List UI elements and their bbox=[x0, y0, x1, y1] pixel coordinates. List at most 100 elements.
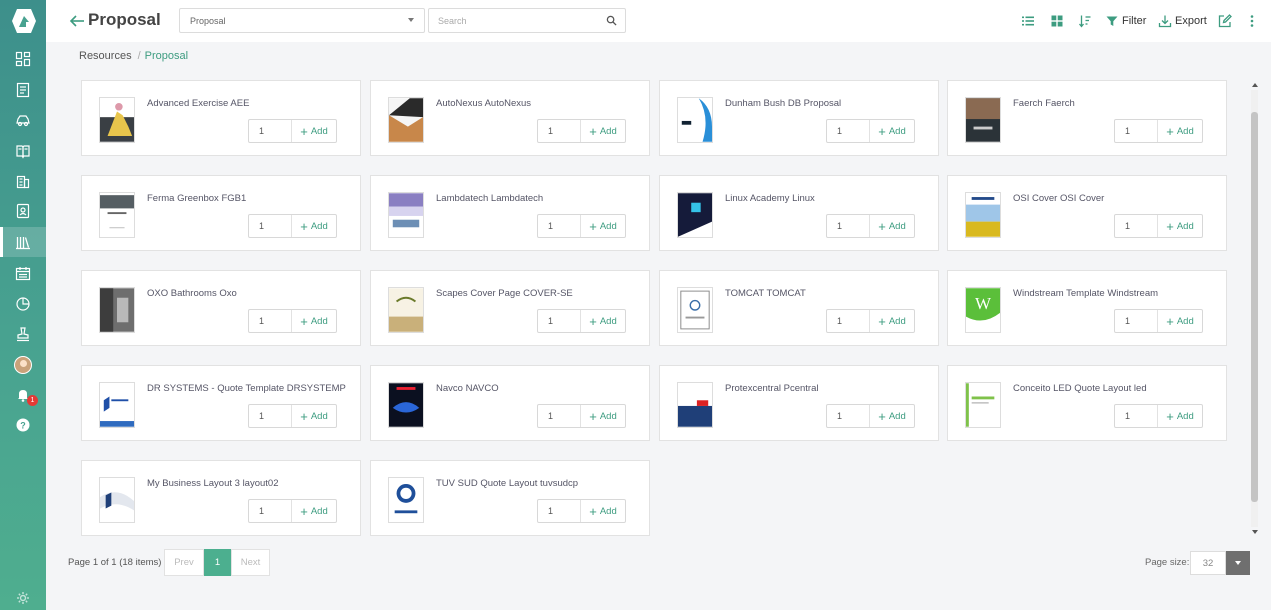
sidebar-item-documents[interactable] bbox=[0, 75, 46, 105]
quantity-input[interactable] bbox=[827, 405, 869, 427]
breadcrumb-root[interactable]: Resources bbox=[79, 50, 132, 62]
resource-card[interactable]: Scapes Cover Page COVER-SE +Add bbox=[370, 270, 650, 346]
plus-icon: + bbox=[589, 313, 597, 329]
quantity-stepper: +Add bbox=[537, 404, 626, 428]
add-button[interactable]: + Add bbox=[291, 500, 336, 522]
quantity-input[interactable] bbox=[538, 310, 580, 332]
vertical-scrollbar[interactable] bbox=[1249, 80, 1260, 537]
sidebar-item-reports[interactable] bbox=[0, 289, 46, 319]
add-button[interactable]: + Add bbox=[291, 310, 336, 332]
quantity-input[interactable] bbox=[249, 500, 291, 522]
list-view-button[interactable] bbox=[1021, 12, 1035, 30]
resource-card[interactable]: Protexcentral Pcentral +Add bbox=[659, 365, 939, 441]
resource-card[interactable]: Lambdatech Lambdatech +Add bbox=[370, 175, 650, 251]
app-logo-icon[interactable] bbox=[11, 8, 37, 34]
quantity-input[interactable] bbox=[249, 310, 291, 332]
add-button[interactable]: + Add bbox=[291, 405, 336, 427]
sidebar-item-contacts[interactable] bbox=[0, 196, 46, 226]
sidebar-item-resources[interactable] bbox=[0, 227, 46, 257]
resource-card[interactable]: DR SYSTEMS - Quote Template DRSYSTEMP +A… bbox=[81, 365, 361, 441]
quantity-input[interactable] bbox=[1115, 120, 1157, 142]
chevron-down-icon bbox=[408, 18, 414, 22]
search-input[interactable] bbox=[429, 9, 599, 32]
resource-card[interactable]: TUV SUD Quote Layout tuvsudcp +Add bbox=[370, 460, 650, 536]
sidebar-item-dashboard[interactable] bbox=[0, 44, 46, 74]
add-button[interactable]: + Add bbox=[291, 120, 336, 142]
scroll-down-icon[interactable] bbox=[1252, 530, 1258, 534]
plus-icon: + bbox=[589, 218, 597, 234]
scrollbar-thumb[interactable] bbox=[1251, 112, 1258, 502]
filter-icon bbox=[1106, 16, 1118, 26]
resource-card[interactable]: TOMCAT TOMCAT +Add bbox=[659, 270, 939, 346]
add-button[interactable]: + Add bbox=[291, 215, 336, 237]
edit-button[interactable] bbox=[1218, 12, 1232, 30]
resource-thumbnail bbox=[99, 382, 135, 428]
prev-page-button[interactable]: Prev bbox=[164, 549, 204, 576]
resource-card[interactable]: My Business Layout 3 layout02 +Add bbox=[81, 460, 361, 536]
breadcrumb-separator: / bbox=[137, 50, 141, 62]
page-size-input[interactable]: 32 bbox=[1190, 551, 1226, 575]
filter-button[interactable]: Filter bbox=[1105, 12, 1146, 30]
add-button[interactable]: + Add bbox=[869, 215, 914, 237]
quantity-input[interactable] bbox=[249, 405, 291, 427]
quantity-input[interactable] bbox=[538, 405, 580, 427]
sidebar-item-catalog[interactable] bbox=[0, 136, 46, 166]
add-button[interactable]: + Add bbox=[1157, 405, 1202, 427]
resource-title: Faerch Faerch bbox=[1013, 98, 1075, 109]
grid-view-button[interactable] bbox=[1050, 12, 1064, 30]
sidebar-item-approvals[interactable] bbox=[0, 319, 46, 349]
add-button[interactable]: + Add bbox=[580, 405, 625, 427]
sidebar-item-calendar[interactable] bbox=[0, 258, 46, 288]
more-options-button[interactable] bbox=[1245, 12, 1259, 30]
quantity-input[interactable] bbox=[249, 215, 291, 237]
next-page-button[interactable]: Next bbox=[231, 549, 270, 576]
add-button[interactable]: + Add bbox=[580, 215, 625, 237]
quantity-input[interactable] bbox=[538, 120, 580, 142]
sidebar-item-companies[interactable] bbox=[0, 166, 46, 196]
resource-card[interactable]: W Windstream Template Windstream +Add bbox=[947, 270, 1227, 346]
search-icon[interactable] bbox=[606, 15, 617, 26]
resource-card[interactable]: OXO Bathrooms Oxo +Add bbox=[81, 270, 361, 346]
add-button[interactable]: + Add bbox=[1157, 215, 1202, 237]
add-button[interactable]: + Add bbox=[869, 120, 914, 142]
add-button[interactable]: + Add bbox=[1157, 120, 1202, 142]
quantity-input[interactable] bbox=[538, 215, 580, 237]
quantity-input[interactable] bbox=[1115, 215, 1157, 237]
quantity-input[interactable] bbox=[827, 120, 869, 142]
back-arrow-icon[interactable] bbox=[68, 12, 86, 30]
scroll-up-icon[interactable] bbox=[1252, 83, 1258, 87]
add-button[interactable]: + Add bbox=[1157, 310, 1202, 332]
resource-type-select[interactable]: Proposal bbox=[179, 8, 425, 33]
page-size-dropdown-button[interactable] bbox=[1226, 551, 1250, 575]
quantity-input[interactable] bbox=[827, 215, 869, 237]
resource-card[interactable]: Ferma Greenbox FGB1 +Add bbox=[81, 175, 361, 251]
quantity-input[interactable] bbox=[538, 500, 580, 522]
sidebar-item-vehicles[interactable] bbox=[0, 105, 46, 135]
quantity-input[interactable] bbox=[827, 310, 869, 332]
resource-card[interactable]: OSI Cover OSI Cover +Add bbox=[947, 175, 1227, 251]
page-button-1[interactable]: 1 bbox=[204, 549, 231, 576]
resource-card[interactable]: Faerch Faerch +Add bbox=[947, 80, 1227, 156]
quantity-input[interactable] bbox=[1115, 310, 1157, 332]
add-button[interactable]: + Add bbox=[580, 120, 625, 142]
resource-card[interactable]: Conceito LED Quote Layout led +Add bbox=[947, 365, 1227, 441]
resource-card[interactable]: AutoNexus AutoNexus +Add bbox=[370, 80, 650, 156]
resource-title: OXO Bathrooms Oxo bbox=[147, 288, 237, 299]
resource-card[interactable]: Linux Academy Linux +Add bbox=[659, 175, 939, 251]
quantity-input[interactable] bbox=[249, 120, 291, 142]
add-button[interactable]: + Add bbox=[580, 500, 625, 522]
add-button[interactable]: + Add bbox=[869, 405, 914, 427]
add-button[interactable]: + Add bbox=[869, 310, 914, 332]
sort-button[interactable] bbox=[1078, 12, 1092, 30]
sidebar-item-profile[interactable] bbox=[0, 350, 46, 380]
sidebar-item-settings[interactable] bbox=[0, 583, 46, 610]
sidebar-item-notifications[interactable]: 1 bbox=[0, 380, 46, 410]
quantity-stepper: +Add bbox=[248, 214, 337, 238]
export-button[interactable]: Export bbox=[1158, 12, 1207, 30]
sidebar-item-help[interactable]: ? bbox=[0, 410, 46, 440]
quantity-input[interactable] bbox=[1115, 405, 1157, 427]
add-button[interactable]: + Add bbox=[580, 310, 625, 332]
resource-card[interactable]: Dunham Bush DB Proposal +Add bbox=[659, 80, 939, 156]
resource-card[interactable]: Navco NAVCO +Add bbox=[370, 365, 650, 441]
resource-card[interactable]: Advanced Exercise AEE +Add bbox=[81, 80, 361, 156]
